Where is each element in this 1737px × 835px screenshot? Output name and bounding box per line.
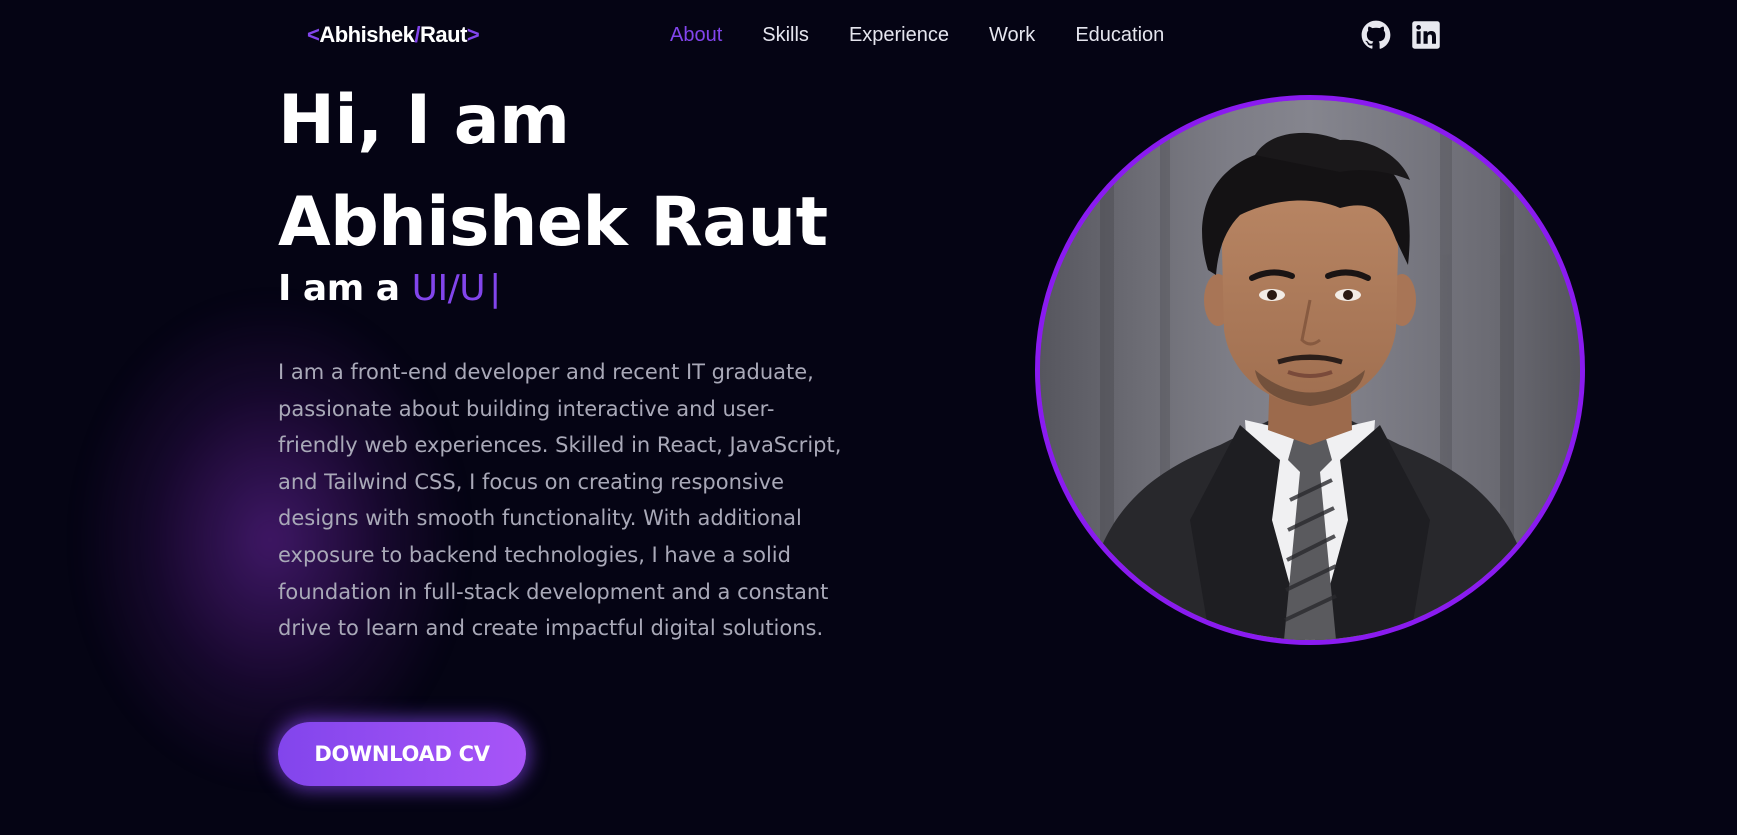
logo-close-bracket: >	[466, 22, 480, 47]
hero-heading: Hi, I am Abhishek Raut	[278, 70, 828, 274]
logo-first-name: Abhishek	[319, 22, 415, 47]
navbar: <Abhishek/Raut> About Skills Experience …	[0, 0, 1737, 72]
logo-last-name: Raut	[420, 22, 467, 47]
nav-link-work[interactable]: Work	[989, 24, 1035, 47]
profile-photo-illustration	[1040, 100, 1580, 640]
role-typed-text: UI/U	[411, 268, 486, 309]
nav-link-experience[interactable]: Experience	[849, 24, 949, 47]
site-logo[interactable]: <Abhishek/Raut>	[307, 22, 480, 48]
hero-greeting: Hi, I am	[278, 81, 570, 160]
github-icon[interactable]	[1361, 20, 1391, 50]
nav-link-skills[interactable]: Skills	[762, 24, 809, 47]
bio-paragraph: I am a front-end developer and recent IT…	[278, 360, 842, 641]
download-cv-button[interactable]: DOWNLOAD CV	[278, 722, 526, 786]
profile-photo	[1035, 95, 1585, 645]
logo-open-bracket: <	[307, 22, 320, 47]
typing-cursor: |	[489, 268, 501, 309]
hero-name: Abhishek Raut	[278, 183, 828, 262]
nav-links: About Skills Experience Work Education	[670, 24, 1164, 47]
role-line: I am a UI/U |	[278, 268, 501, 309]
nav-link-education[interactable]: Education	[1075, 24, 1164, 47]
portfolio-page: <Abhishek/Raut> About Skills Experience …	[0, 0, 1737, 835]
nav-link-about[interactable]: About	[670, 24, 722, 47]
linkedin-icon[interactable]	[1411, 20, 1441, 50]
role-prefix: I am a	[278, 268, 400, 309]
